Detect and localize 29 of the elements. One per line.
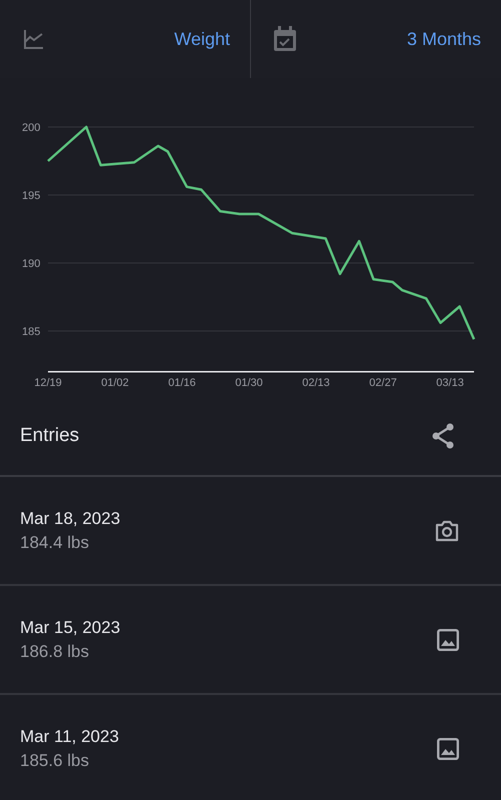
x-axis-label: 01/02 [101,376,129,389]
range-selector[interactable]: 3 Months [406,28,481,50]
entry-date: Mar 18, 2023 [20,508,120,528]
section-title: Entries [20,425,80,447]
line-chart-icon [22,27,46,51]
entry-row[interactable]: Mar 11, 2023 185.6 lbs [0,695,501,800]
entry-weight: 186.8 lbs [20,642,90,662]
x-axis-label: 02/27 [369,376,397,389]
entry-date: Mar 11, 2023 [20,726,119,746]
image-icon[interactable] [437,738,459,760]
entry-weight: 185.6 lbs [20,750,90,770]
x-axis-label: 02/13 [302,376,330,389]
entry-row[interactable]: Mar 15, 2023 186.8 lbs [0,586,501,695]
y-axis-label: 200 [22,122,40,134]
entry-weight: 184.4 lbs [20,532,90,552]
calendar-icon [273,26,297,52]
image-icon[interactable] [437,628,459,650]
y-axis-label: 195 [22,190,40,202]
x-axis-label: 03/13 [436,376,464,389]
share-icon[interactable] [431,423,455,449]
metric-selector[interactable]: Weight [174,28,230,50]
x-axis-label: 01/16 [168,376,196,389]
x-axis-label: 12/19 [34,376,62,389]
x-axis-label: 01/30 [235,376,263,389]
y-axis-label: 185 [22,326,40,338]
y-axis-label: 190 [22,258,40,270]
camera-icon[interactable] [435,520,459,542]
entry-row[interactable]: Mar 18, 2023 184.4 lbs [0,477,501,586]
entry-date: Mar 15, 2023 [20,618,120,638]
